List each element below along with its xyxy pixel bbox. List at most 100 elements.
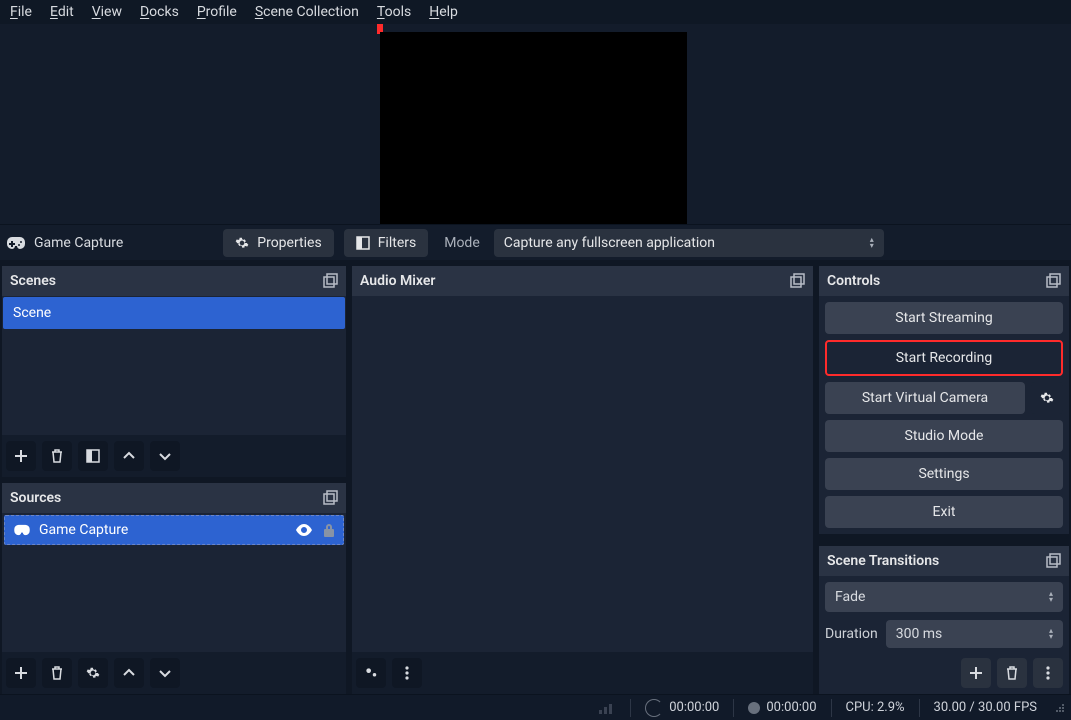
add-transition-button[interactable] [961, 658, 991, 688]
popout-icon[interactable] [322, 273, 338, 289]
start-streaming-button[interactable]: Start Streaming [825, 302, 1063, 334]
add-source-button[interactable] [6, 658, 36, 688]
mixer-toolbar [352, 652, 813, 694]
scenes-header[interactable]: Scenes [2, 266, 346, 296]
updown-icon: ▴▾ [870, 237, 874, 249]
chevron-up-icon [123, 450, 135, 462]
sources-toolbar [2, 652, 346, 694]
lock-toggle[interactable] [323, 523, 335, 537]
sources-list[interactable]: Game Capture [2, 513, 346, 652]
properties-button[interactable]: Properties [223, 229, 333, 257]
source-properties-button[interactable] [78, 658, 108, 688]
exit-button[interactable]: Exit [825, 496, 1063, 528]
controls-title: Controls [827, 273, 880, 289]
menu-scene-collection[interactable]: Scene Collection [255, 4, 359, 20]
duration-label: Duration [825, 626, 878, 642]
popout-icon[interactable] [322, 490, 338, 506]
vertical-dots-icon [1046, 666, 1050, 680]
duration-value: 300 ms [896, 626, 943, 642]
scene-down-button[interactable] [150, 441, 180, 471]
filters-button[interactable]: Filters [344, 229, 429, 257]
trash-icon [50, 666, 64, 680]
source-down-button[interactable] [150, 658, 180, 688]
panel-icon [86, 449, 100, 463]
source-context-bar: Game Capture Properties Filters Mode Cap… [0, 224, 1071, 260]
audio-mixer-panel: Audio Mixer [352, 266, 813, 694]
preview-canvas[interactable] [380, 32, 687, 224]
record-time: 00:00:00 [766, 700, 816, 715]
mixer-body [352, 296, 813, 652]
menu-help[interactable]: Help [429, 4, 458, 20]
divider [919, 699, 920, 717]
source-up-button[interactable] [114, 658, 144, 688]
scene-up-button[interactable] [114, 441, 144, 471]
start-recording-button[interactable]: Start Recording [825, 340, 1063, 376]
trash-icon [50, 449, 64, 463]
scenes-toolbar [2, 435, 346, 477]
sources-panel: Sources Game Capture [2, 483, 346, 694]
stream-spinner-icon [645, 699, 663, 717]
sources-title: Sources [10, 490, 61, 506]
menu-view[interactable]: View [92, 4, 122, 20]
mode-value: Capture any fullscreen application [504, 235, 715, 251]
popout-icon[interactable] [789, 273, 805, 289]
studio-mode-button[interactable]: Studio Mode [825, 420, 1063, 452]
remove-scene-button[interactable] [42, 441, 72, 471]
popout-icon[interactable] [1045, 553, 1061, 569]
menu-profile[interactable]: Profile [197, 4, 237, 20]
add-scene-button[interactable] [6, 441, 36, 471]
record-status: 00:00:00 [748, 700, 816, 715]
mixer-menu-button[interactable] [392, 658, 422, 688]
transitions-title: Scene Transitions [827, 553, 939, 569]
transitions-panel: Scene Transitions Fade ▴▾ Duration 300 m… [819, 546, 1069, 694]
controls-header[interactable]: Controls [819, 266, 1069, 296]
gear-icon [235, 236, 249, 250]
cpu-usage: CPU: 2.9% [846, 700, 905, 715]
remove-source-button[interactable] [42, 658, 72, 688]
record-dot-icon [748, 702, 760, 714]
gamepad-icon [13, 524, 31, 536]
controls-panel: Controls Start Streaming Start Recording… [819, 266, 1069, 534]
menu-docks[interactable]: Docks [140, 4, 179, 20]
virtual-camera-settings-button[interactable] [1031, 382, 1063, 414]
transition-properties-button[interactable] [1033, 658, 1063, 688]
menu-edit[interactable]: Edit [50, 4, 74, 20]
duration-input[interactable]: 300 ms ▴▾ [886, 620, 1063, 648]
mode-select[interactable]: Capture any fullscreen application ▴▾ [494, 229, 884, 257]
sources-header[interactable]: Sources [2, 483, 346, 513]
plus-icon [14, 666, 28, 680]
menu-tools[interactable]: Tools [377, 4, 411, 20]
scene-filters-button[interactable] [78, 441, 108, 471]
divider [831, 699, 832, 717]
menubar: File Edit View Docks Profile Scene Colle… [0, 0, 1071, 24]
gamepad-icon [6, 236, 26, 250]
mixer-title: Audio Mixer [360, 273, 435, 289]
remove-transition-button[interactable] [997, 658, 1027, 688]
vertical-dots-icon [405, 666, 409, 680]
preview-area[interactable] [0, 24, 1071, 224]
advanced-audio-button[interactable] [356, 658, 386, 688]
visibility-toggle[interactable] [295, 524, 313, 536]
gear-icon [1040, 391, 1054, 405]
source-item[interactable]: Game Capture [4, 515, 344, 545]
chevron-down-icon [159, 667, 171, 679]
scene-item[interactable]: Scene [3, 297, 345, 329]
settings-button[interactable]: Settings [825, 458, 1063, 490]
properties-label: Properties [257, 235, 321, 251]
source-item-label: Game Capture [39, 522, 128, 538]
scenes-list[interactable]: Scene [2, 296, 346, 435]
scenes-title: Scenes [10, 273, 56, 289]
statusbar: 00:00:00 00:00:00 CPU: 2.9% 30.00 / 30.0… [0, 694, 1071, 720]
transitions-header[interactable]: Scene Transitions [819, 546, 1069, 576]
menu-file[interactable]: File [10, 4, 32, 20]
plus-icon [14, 449, 28, 463]
popout-icon[interactable] [1045, 273, 1061, 289]
resize-grip-icon[interactable] [1055, 703, 1065, 713]
plus-icon [969, 666, 983, 680]
stream-time: 00:00:00 [669, 700, 719, 715]
start-virtual-camera-button[interactable]: Start Virtual Camera [825, 382, 1025, 414]
context-source-name: Game Capture [34, 235, 123, 251]
chevron-down-icon [159, 450, 171, 462]
mixer-header[interactable]: Audio Mixer [352, 266, 813, 296]
transition-select[interactable]: Fade ▴▾ [825, 582, 1063, 612]
